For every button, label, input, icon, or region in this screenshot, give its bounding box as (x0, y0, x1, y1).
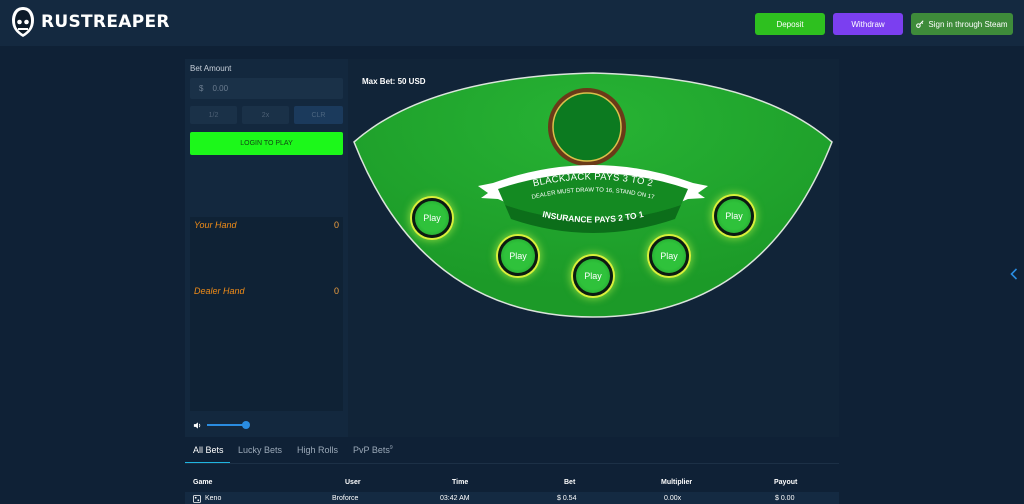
steam-login-button[interactable]: Sign in through Steam (911, 13, 1013, 35)
volume-icon[interactable] (193, 421, 202, 430)
dealer-hand-value: 0 (333, 286, 339, 296)
login-to-play-button[interactable]: LOGIN TO PLAY (190, 132, 343, 155)
your-hand-value: 0 (333, 220, 339, 230)
play-seat-label: Play (584, 271, 602, 281)
row-game: Keno (205, 495, 222, 502)
play-seat-button[interactable]: Play (714, 196, 754, 236)
dealer-hand-label: Dealer Hand (194, 286, 245, 296)
blackjack-panel: Bet Amount $ 0.00 1/2 2x CLR LOGIN TO PL… (185, 59, 839, 437)
max-bet-label: Max Bet: 50 USD (362, 77, 426, 86)
reaper-mascot-icon (12, 7, 34, 37)
tab-high-rolls[interactable]: High Rolls (297, 445, 338, 455)
play-seat-button[interactable]: Play (573, 256, 613, 296)
play-seat-label: Play (725, 211, 743, 221)
bet-amount-input[interactable]: $ 0.00 (190, 78, 343, 99)
top-bar: RUSTREAPER Deposit Withdraw Sign in thro… (0, 0, 1024, 46)
table-row[interactable]: Keno Broforce 03:42 AM $ 0.54 0.00x $ 0.… (185, 492, 839, 504)
play-seat-label: Play (423, 213, 441, 223)
column-header-payout: Payout (774, 479, 798, 486)
play-seat-button[interactable]: Play (498, 236, 538, 276)
hands-panel: Your Hand 0 Dealer Hand 0 (190, 217, 343, 411)
chevron-left-icon[interactable] (1010, 268, 1018, 280)
volume-slider-handle[interactable] (242, 421, 250, 429)
key-icon (916, 20, 924, 28)
double-bet-button[interactable]: 2x (242, 106, 289, 124)
bet-amount-label: Bet Amount (190, 64, 232, 73)
brand-logo[interactable]: RUSTREAPER (10, 6, 170, 38)
bets-tabs: All Bets Lucky Bets High Rolls PvP Bets9 (185, 437, 839, 464)
row-user: Broforce (332, 495, 359, 502)
play-seat-button[interactable]: Play (412, 198, 452, 238)
bet-sidebar: Bet Amount $ 0.00 1/2 2x CLR LOGIN TO PL… (185, 59, 348, 437)
bets-table: Game User Time Bet Multiplier Payout Ken… (185, 463, 839, 504)
deposit-button[interactable]: Deposit (755, 13, 825, 35)
column-header-game: Game (193, 479, 213, 486)
play-seat-button[interactable]: Play (649, 236, 689, 276)
column-header-user: User (345, 479, 361, 486)
play-seat-label: Play (509, 251, 527, 261)
half-bet-button[interactable]: 1/2 (190, 106, 237, 124)
brand-name: RUSTREAPER (41, 12, 170, 32)
play-seat-label: Play (660, 251, 678, 261)
tab-all-bets[interactable]: All Bets (193, 445, 224, 455)
blackjack-pays-text: BLACKJACK PAYS 3 TO 2 (532, 171, 654, 189)
column-header-time: Time (452, 479, 469, 486)
volume-slider-track[interactable] (207, 424, 245, 426)
withdraw-button[interactable]: Withdraw (833, 13, 903, 35)
column-header-multiplier: Multiplier (661, 479, 693, 486)
table-text-layer: BLACKJACK PAYS 3 TO 2 DEALER MUST DRAW T… (531, 171, 655, 225)
steam-login-label: Sign in through Steam (928, 19, 1008, 29)
row-multiplier: 0.00x (664, 495, 682, 502)
currency-symbol: $ (199, 84, 204, 93)
tab-pvp-bets-label: PvP Bets (353, 445, 390, 455)
dealer-rule-text: DEALER MUST DRAW TO 16, STAND ON 17 (531, 187, 655, 201)
row-payout: $ 0.00 (775, 495, 795, 502)
bet-amount-value: 0.00 (212, 84, 229, 93)
keno-game-icon (193, 495, 201, 503)
pvp-bets-badge: 9 (389, 445, 393, 451)
clear-bet-button[interactable]: CLR (294, 106, 343, 124)
your-hand-label: Your Hand (194, 220, 237, 230)
column-header-bet: Bet (564, 479, 576, 486)
tab-lucky-bets[interactable]: Lucky Bets (238, 445, 282, 455)
tab-pvp-bets[interactable]: PvP Bets9 (353, 445, 393, 455)
row-bet: $ 0.54 (557, 495, 577, 502)
row-time: 03:42 AM (440, 495, 470, 502)
blackjack-table: BLACKJACK PAYS 3 TO 2 DEALER MUST DRAW T… (348, 59, 839, 437)
insurance-text: INSURANCE PAYS 2 TO 1 (542, 209, 645, 225)
